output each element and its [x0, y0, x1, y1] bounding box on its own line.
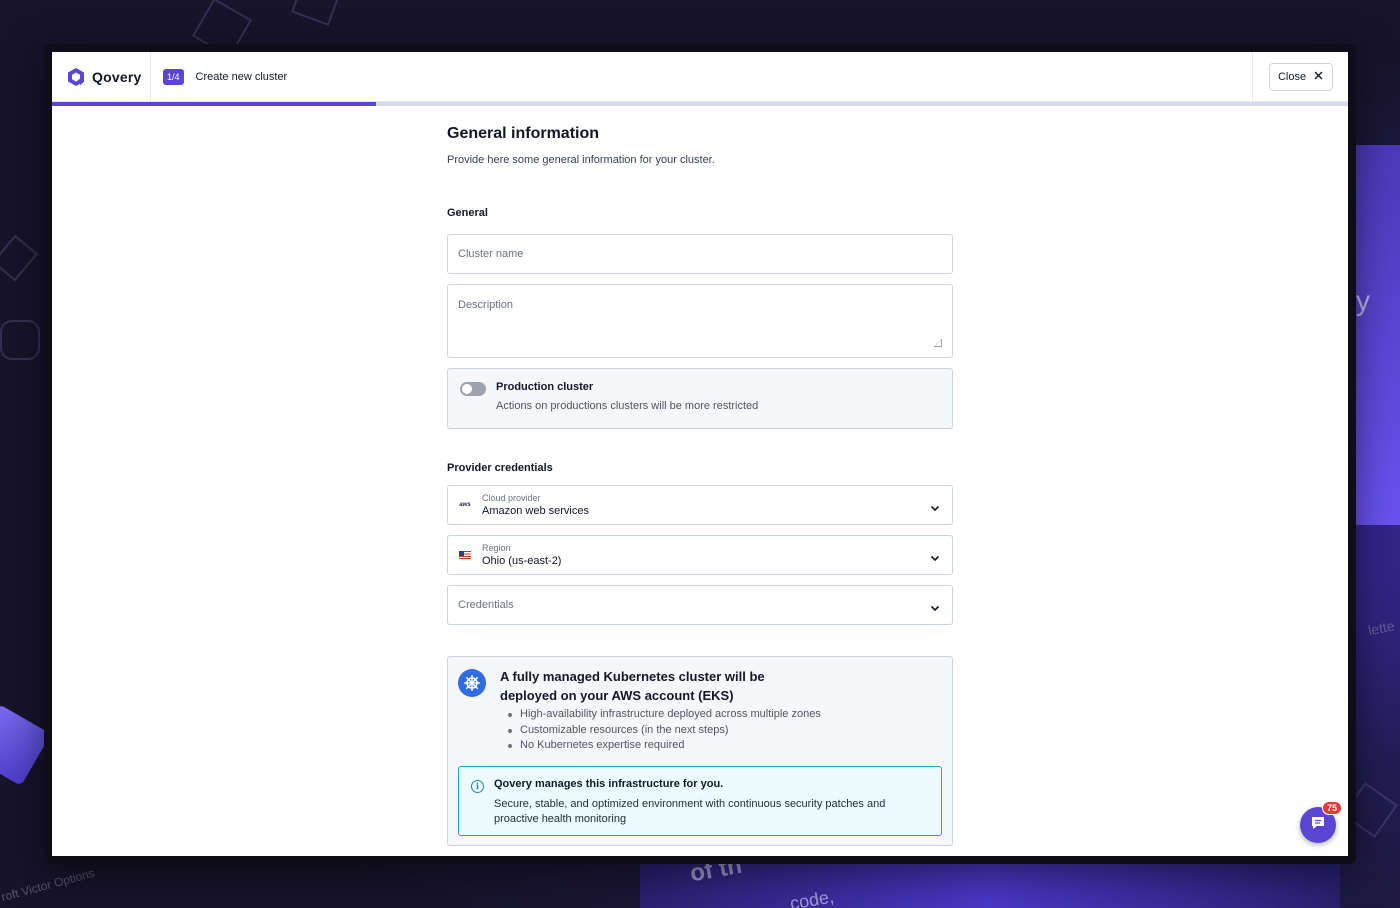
chevron-down-icon	[930, 600, 940, 618]
managed-infra-note: i Qovery manages this infrastructure for…	[458, 765, 942, 836]
aws-icon: aws	[459, 502, 471, 508]
brand: Qovery	[52, 52, 151, 101]
chevron-down-icon	[930, 550, 940, 568]
region-label: Region	[482, 543, 511, 553]
cloud-provider-label: Cloud provider	[482, 493, 541, 503]
eks-feature-list: High-availability infrastructure deploye…	[458, 707, 942, 754]
region-select[interactable]: Region Ohio (us-east-2)	[447, 535, 953, 575]
credentials-placeholder: Credentials	[458, 599, 514, 611]
production-cluster-description: Actions on productions clusters will be …	[496, 400, 759, 412]
header-title: Create new cluster	[195, 70, 288, 83]
chat-icon	[1309, 814, 1327, 837]
production-cluster-toggle[interactable]	[460, 382, 486, 396]
create-cluster-modal: Qovery 1/4 Create new cluster Close Gene…	[52, 52, 1348, 856]
bg-purple-block	[640, 860, 1340, 908]
production-cluster-box: Production cluster Actions on production…	[447, 368, 953, 429]
eks-info-title: A fully managed Kubernetes cluster will …	[500, 669, 765, 703]
bg-cube-shape	[0, 234, 39, 282]
close-button[interactable]: Close	[1268, 63, 1333, 91]
bg-text: lette	[1366, 617, 1396, 639]
chat-unread-badge: 75	[1322, 801, 1343, 815]
bg-logo-shape	[0, 320, 40, 360]
chevron-down-icon	[930, 500, 940, 518]
qovery-logo-icon	[66, 67, 86, 87]
cluster-name-placeholder: Cluster name	[458, 248, 524, 260]
cloud-provider-value: Amazon web services	[482, 505, 589, 517]
close-area: Close	[1252, 52, 1348, 102]
info-icon: i	[471, 779, 484, 793]
description-textarea[interactable]: Description	[447, 284, 953, 358]
chat-button[interactable]: 75	[1300, 801, 1343, 843]
modal-header: Qovery 1/4 Create new cluster Close	[52, 52, 1348, 102]
cloud-provider-select[interactable]: aws Cloud provider Amazon web services	[447, 485, 953, 525]
close-label: Close	[1277, 71, 1307, 83]
region-value: Ohio (us-east-2)	[482, 555, 562, 567]
close-icon	[1314, 71, 1323, 83]
kubernetes-icon	[458, 669, 486, 697]
form-content: General information Provide here some ge…	[447, 125, 953, 846]
section-label-provider: Provider credentials	[447, 462, 553, 474]
bg-cube-shape	[291, 0, 339, 26]
credentials-select[interactable]: Credentials	[447, 585, 953, 625]
bg-text: y	[1356, 285, 1370, 316]
note-title: Qovery manages this infrastructure for y…	[494, 777, 724, 790]
eks-info-card: A fully managed Kubernetes cluster will …	[447, 656, 953, 846]
us-flag-icon	[458, 551, 472, 559]
list-item: Customizable resources (in the next step…	[508, 723, 942, 739]
list-item: No Kubernetes expertise required	[508, 738, 942, 754]
section-label-general: General	[447, 207, 488, 219]
step-progress-bar	[52, 102, 1348, 106]
page-subtitle: Provide here some general information fo…	[447, 154, 715, 166]
list-item: High-availability infrastructure deploye…	[508, 707, 942, 723]
resize-grip-icon[interactable]	[934, 339, 942, 347]
step-badge: 1/4	[163, 68, 184, 85]
step-progress-fill	[52, 102, 376, 106]
brand-name: Qovery	[92, 68, 142, 85]
production-cluster-title: Production cluster	[496, 381, 594, 393]
page-title: General information	[447, 125, 600, 142]
note-text: Secure, stable, and optimized environmen…	[494, 797, 886, 826]
bg-text: roft Victor Options	[0, 865, 97, 905]
description-placeholder: Description	[458, 299, 514, 311]
cluster-name-input[interactable]: Cluster name	[447, 234, 953, 274]
